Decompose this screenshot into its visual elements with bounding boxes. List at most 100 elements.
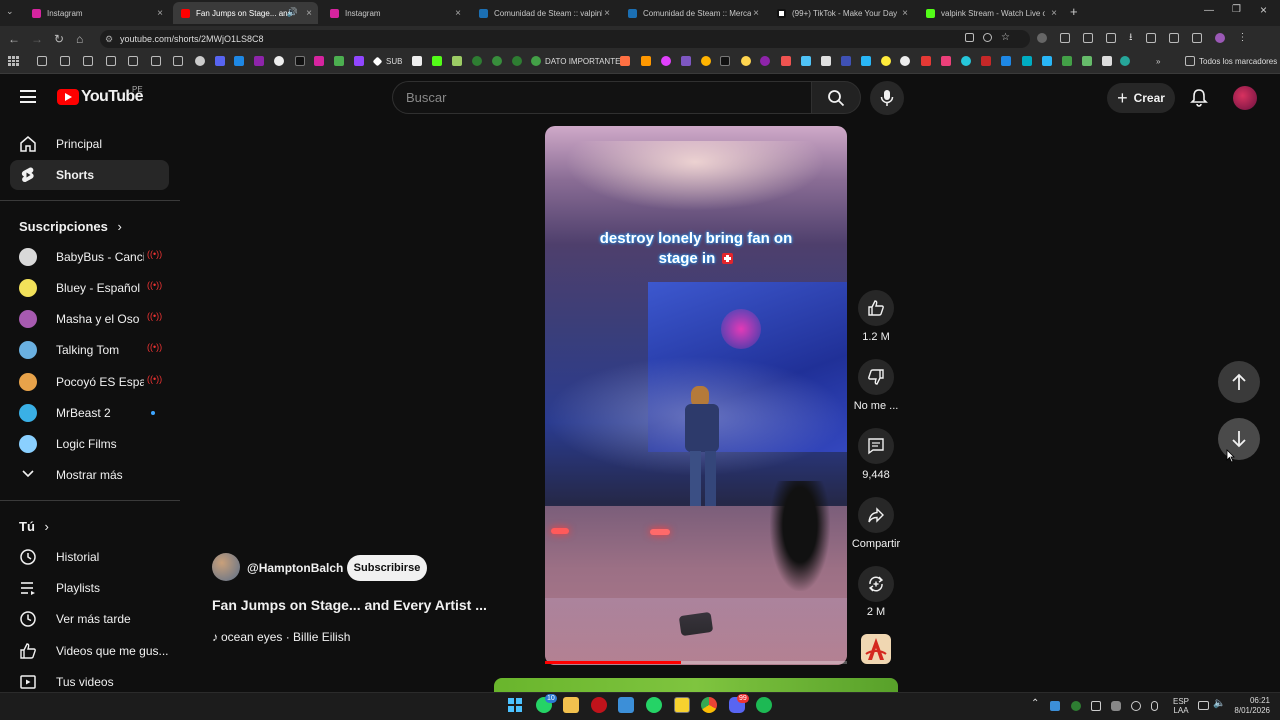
extension-icon[interactable]: [1191, 33, 1202, 43]
next-short-preview[interactable]: [494, 678, 898, 692]
tab-steam-2[interactable]: Comunidad de Steam :: Mercado ×: [620, 2, 765, 24]
search-input[interactable]: Buscar: [392, 81, 812, 114]
audio-icon[interactable]: 🔊: [287, 7, 298, 18]
back-icon[interactable]: ←: [8, 32, 20, 46]
sound-thumbnail[interactable]: [861, 634, 891, 664]
tab-instagram-2[interactable]: Instagram ×: [322, 2, 467, 24]
tab-tiktok[interactable]: (99+) TikTok - Make Your Day ×: [769, 2, 914, 24]
subscription-item[interactable]: Talking Tom ((•)): [10, 335, 169, 365]
download-icon[interactable]: ⭳: [1129, 33, 1133, 45]
language-indicator[interactable]: ESP LAA: [1173, 697, 1189, 715]
extension-icon[interactable]: [1060, 33, 1070, 43]
chrome-icon[interactable]: [701, 697, 717, 713]
bookmark-icon[interactable]: [452, 56, 462, 66]
windows-start-icon[interactable]: [508, 698, 522, 712]
spotify-icon[interactable]: [756, 697, 772, 713]
home-browser-icon[interactable]: ⌂: [76, 32, 83, 46]
star-icon[interactable]: ☆: [1001, 33, 1010, 45]
bookmark-icon[interactable]: [620, 56, 630, 66]
bookmark-icon[interactable]: [234, 56, 244, 66]
sidebar-item-shorts[interactable]: Shorts: [10, 160, 169, 190]
bookmark-folder-icon[interactable]: [37, 56, 47, 66]
extension-icon[interactable]: [1037, 33, 1047, 43]
bookmark-icon[interactable]: [921, 56, 931, 66]
sidebar-item-playlists[interactable]: Playlists: [10, 573, 169, 603]
bookmark-folder-icon[interactable]: [106, 56, 116, 66]
tray-overflow-icon[interactable]: ⌃: [1031, 698, 1039, 709]
instagram-icon[interactable]: [314, 56, 324, 66]
app-icon[interactable]: [591, 697, 607, 713]
tab-instagram-1[interactable]: Instagram ×: [24, 2, 169, 24]
sidebar-item-principal[interactable]: Principal: [10, 129, 169, 159]
comments-button[interactable]: [858, 428, 894, 464]
address-bar[interactable]: ⚙ youtube.com/shorts/2MWjO1LS8C8: [100, 30, 1030, 48]
tray-app-icon[interactable]: [1091, 701, 1101, 711]
whatsapp-desktop-icon[interactable]: [646, 697, 662, 713]
bookmark-icon[interactable]: [1042, 56, 1052, 66]
share-button[interactable]: [858, 497, 894, 533]
close-icon[interactable]: ×: [1051, 8, 1057, 19]
tray-app-icon[interactable]: [1131, 701, 1141, 711]
create-button[interactable]: + Crear: [1107, 83, 1175, 113]
extension-icon[interactable]: [1145, 33, 1156, 43]
bookmark-icon[interactable]: [781, 56, 791, 66]
like-button[interactable]: [858, 290, 894, 326]
tab-youtube-active[interactable]: Fan Jumps on Stage... and Every Artist 🔊…: [173, 2, 318, 24]
sidebar-item-historial[interactable]: Historial: [10, 542, 169, 572]
bookmark-folder-icon[interactable]: [83, 56, 93, 66]
tray-microphone-icon[interactable]: [1151, 701, 1158, 711]
show-more-button[interactable]: Mostrar más: [10, 460, 169, 490]
bookmark-icon[interactable]: [512, 56, 522, 66]
more-bookmarks-icon[interactable]: »: [1156, 57, 1160, 66]
subscription-item[interactable]: Bluey - Español ... ((•)): [10, 273, 169, 303]
previous-short-button[interactable]: [1218, 361, 1260, 403]
bookmark-icon[interactable]: [492, 56, 502, 66]
youtube-logo-icon[interactable]: [57, 89, 79, 105]
new-tab-button[interactable]: +: [1070, 4, 1078, 19]
bookmark-icon[interactable]: [254, 56, 264, 66]
tiktok-icon[interactable]: [295, 56, 305, 66]
close-icon[interactable]: ×: [157, 8, 163, 19]
subscribe-button[interactable]: Subscribirse: [347, 555, 427, 581]
sticky-notes-icon[interactable]: [674, 697, 690, 713]
profile-icon[interactable]: [1214, 33, 1225, 43]
subscription-item[interactable]: Pocoyó ΕS Españ... ((•)): [10, 367, 169, 397]
close-icon[interactable]: ×: [902, 8, 908, 19]
subscription-item[interactable]: Masha y el Oso ((•)): [10, 304, 169, 334]
sidebar-item-liked[interactable]: Videos que me gus...: [10, 636, 169, 666]
avatar[interactable]: [1233, 86, 1257, 110]
bookmark-folder-icon[interactable]: [1185, 56, 1195, 66]
bookmark-icon[interactable]: [1102, 56, 1112, 66]
tray-discord-icon[interactable]: [1111, 701, 1121, 711]
extension-icon[interactable]: [1106, 33, 1116, 43]
menu-hamburger-icon[interactable]: [20, 90, 36, 103]
bookmark-folder-icon[interactable]: [151, 56, 161, 66]
bookmark-icon[interactable]: [1062, 56, 1072, 66]
close-icon[interactable]: ×: [455, 8, 461, 19]
bookmark-icon[interactable]: [195, 56, 205, 66]
subscriptions-header[interactable]: Suscripciones ›: [19, 219, 122, 234]
bookmark-icon[interactable]: [841, 56, 851, 66]
bookmark-icon[interactable]: [531, 56, 541, 66]
twitch-icon[interactable]: [354, 56, 364, 66]
site-info-icon[interactable]: ⚙: [105, 30, 113, 48]
bookmark-icon[interactable]: [681, 56, 691, 66]
subscription-item[interactable]: BabyBus - Canci... ((•)): [10, 242, 169, 272]
next-short-button[interactable]: [1218, 418, 1260, 460]
channel-name[interactable]: @HamptonBalch: [247, 561, 343, 575]
bookmark-icon[interactable]: [981, 56, 991, 66]
tab-steam-1[interactable]: Comunidad de Steam :: valpink ×: [471, 2, 616, 24]
bookmark-icon[interactable]: [701, 56, 711, 66]
reload-icon[interactable]: ↻: [54, 32, 64, 46]
bookmark-icon[interactable]: [641, 56, 651, 66]
bookmark-icon[interactable]: [801, 56, 811, 66]
search-button[interactable]: [811, 81, 861, 114]
bookmark-icon[interactable]: [1022, 56, 1032, 66]
bookmark-folder-icon[interactable]: [128, 56, 138, 66]
you-header[interactable]: Tú ›: [19, 519, 49, 534]
close-icon[interactable]: ×: [604, 8, 610, 19]
volume-icon[interactable]: 🔈: [1213, 698, 1225, 709]
bookmark-icon[interactable]: [861, 56, 871, 66]
bookmark-icon[interactable]: [412, 56, 422, 66]
bookmark-icon[interactable]: [472, 56, 482, 66]
